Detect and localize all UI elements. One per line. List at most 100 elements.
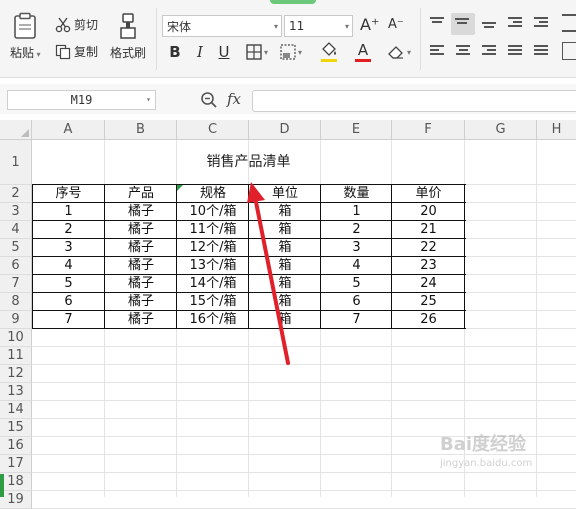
error-indicator-icon[interactable] [177, 185, 183, 191]
column-header-d[interactable]: D [249, 120, 321, 140]
select-all-corner[interactable] [0, 120, 32, 140]
table-header-cell[interactable]: 数量 [321, 185, 392, 203]
table-cell[interactable]: 2 [32, 221, 105, 239]
align-right-icon[interactable] [482, 45, 498, 59]
table-cell[interactable]: 7 [321, 311, 392, 329]
fill-color-button[interactable] [314, 42, 344, 62]
row-header-17[interactable]: 17 [0, 455, 32, 473]
row-header-14[interactable]: 14 [0, 401, 32, 419]
table-cell[interactable]: 箱 [249, 239, 321, 257]
table-cell[interactable]: 11个/箱 [177, 221, 249, 239]
cut-button[interactable]: 剪切 [55, 16, 98, 33]
paste-button[interactable]: 粘贴 ▾ [10, 12, 41, 61]
row-header-16[interactable]: 16 [0, 437, 32, 455]
table-cell[interactable]: 橘子 [105, 239, 177, 257]
italic-button[interactable]: I [192, 42, 208, 62]
row-header-9[interactable]: 9 [0, 311, 32, 329]
copy-button[interactable]: 复制 [55, 43, 98, 60]
row-header-4[interactable]: 4 [0, 221, 32, 239]
column-header-c[interactable]: C [177, 120, 249, 140]
font-name-select[interactable]: 宋体 ▾ [162, 15, 282, 37]
table-cell[interactable]: 橘子 [105, 275, 177, 293]
table-cell[interactable]: 5 [32, 275, 105, 293]
table-cell[interactable]: 10个/箱 [177, 203, 249, 221]
table-cell[interactable]: 1 [32, 203, 105, 221]
distribute-icon[interactable] [534, 45, 550, 59]
table-cell[interactable]: 22 [392, 239, 465, 257]
row-header-8[interactable]: 8 [0, 293, 32, 311]
name-box[interactable]: M19 ▾ [7, 90, 156, 110]
table-cell[interactable]: 4 [321, 257, 392, 275]
table-header-cell[interactable]: 单位 [249, 185, 321, 203]
row-header-6[interactable]: 6 [0, 257, 32, 275]
table-cell[interactable]: 橘子 [105, 203, 177, 221]
row-header-11[interactable]: 11 [0, 347, 32, 365]
underline-button[interactable]: U [216, 42, 232, 62]
table-cell[interactable]: 橘子 [105, 293, 177, 311]
table-cell[interactable]: 21 [392, 221, 465, 239]
table-cell[interactable]: 23 [392, 257, 465, 275]
row-header-5[interactable]: 5 [0, 239, 32, 257]
table-cell[interactable]: 橘子 [105, 311, 177, 329]
table-cell[interactable]: 24 [392, 275, 465, 293]
table-cell[interactable]: 16个/箱 [177, 311, 249, 329]
row-header-19[interactable]: 19 [0, 491, 32, 509]
column-header-a[interactable]: A [32, 120, 105, 140]
clear-format-button[interactable]: ▾ [384, 42, 414, 62]
table-cell[interactable]: 5 [321, 275, 392, 293]
table-cell[interactable]: 箱 [249, 293, 321, 311]
row-header-15[interactable]: 15 [0, 419, 32, 437]
table-cell[interactable]: 箱 [249, 257, 321, 275]
wrap-text-icon[interactable] [562, 14, 576, 32]
table-header-cell[interactable]: 单价 [392, 185, 465, 203]
borders-button[interactable]: ▾ [242, 42, 272, 62]
table-cell[interactable]: 箱 [249, 275, 321, 293]
align-bottom-icon[interactable] [482, 22, 498, 36]
table-cell[interactable]: 26 [392, 311, 465, 329]
table-cell[interactable]: 15个/箱 [177, 293, 249, 311]
column-header-e[interactable]: E [321, 120, 392, 140]
row-header-18[interactable]: 18 [0, 473, 32, 491]
row-header-10[interactable]: 10 [0, 329, 32, 347]
table-cell[interactable]: 3 [32, 239, 105, 257]
table-cell[interactable]: 13个/箱 [177, 257, 249, 275]
table-cell[interactable]: 箱 [249, 221, 321, 239]
row-header-7[interactable]: 7 [0, 275, 32, 293]
column-header-g[interactable]: G [465, 120, 537, 140]
cell-style-button[interactable]: ▾ [276, 42, 306, 62]
row-header-13[interactable]: 13 [0, 383, 32, 401]
table-cell[interactable]: 20 [392, 203, 465, 221]
table-cell[interactable]: 7 [32, 311, 105, 329]
row-header-3[interactable]: 3 [0, 203, 32, 221]
decrease-font-button[interactable]: A⁻ [388, 17, 404, 32]
font-size-select[interactable]: 11 ▾ [284, 15, 353, 37]
row-header-12[interactable]: 12 [0, 365, 32, 383]
table-cell[interactable]: 橘子 [105, 221, 177, 239]
table-cell[interactable]: 6 [321, 293, 392, 311]
align-left-icon[interactable] [430, 45, 446, 59]
table-cell[interactable]: 6 [32, 293, 105, 311]
table-cell[interactable]: 箱 [249, 311, 321, 329]
increase-font-button[interactable]: A⁺ [360, 15, 379, 34]
column-header-h[interactable]: H [537, 120, 576, 140]
table-cell[interactable]: 14个/箱 [177, 275, 249, 293]
font-color-button[interactable]: A [350, 42, 376, 62]
indent-decrease-icon[interactable] [508, 17, 524, 31]
column-header-f[interactable]: F [392, 120, 465, 140]
fx-button[interactable]: fx [227, 90, 241, 108]
format-painter-button[interactable]: 格式刷 [110, 12, 146, 61]
table-header-cell[interactable]: 序号 [32, 185, 105, 203]
formula-input[interactable] [252, 90, 576, 112]
row-header-2[interactable]: 2 [0, 185, 32, 203]
table-cell[interactable]: 3 [321, 239, 392, 257]
bold-button[interactable]: B [166, 42, 184, 62]
merge-center-icon[interactable] [562, 42, 576, 60]
align-center-icon[interactable] [456, 45, 472, 59]
table-cell[interactable]: 2 [321, 221, 392, 239]
table-cell[interactable]: 箱 [249, 203, 321, 221]
table-cell[interactable]: 12个/箱 [177, 239, 249, 257]
table-cell[interactable]: 橘子 [105, 257, 177, 275]
table-cell[interactable]: 4 [32, 257, 105, 275]
column-header-b[interactable]: B [105, 120, 177, 140]
zoom-icon[interactable] [200, 91, 218, 113]
